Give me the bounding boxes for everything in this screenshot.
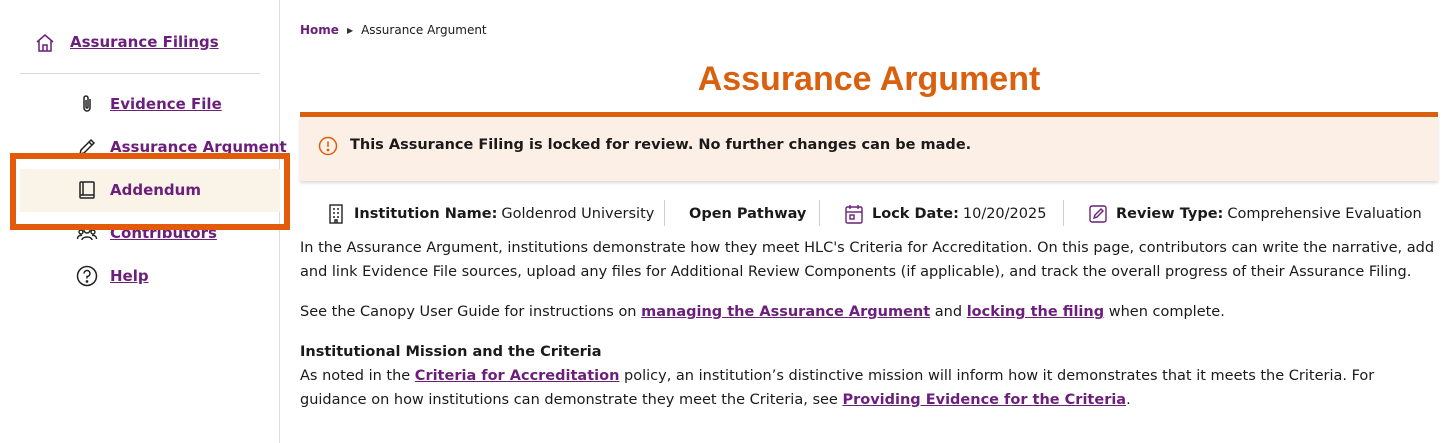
calendar-icon [845, 205, 863, 224]
lock-date-label: Lock Date: [872, 206, 959, 222]
mission-text: As noted in the [300, 368, 415, 384]
mission-paragraph: As noted in the Criteria for Accreditati… [300, 364, 1438, 412]
mission-heading: Institutional Mission and the Criteria [300, 344, 602, 360]
alert-text: This Assurance Filing is locked for revi… [350, 137, 972, 153]
meta-divider [1063, 200, 1064, 226]
guide-text: and [930, 304, 967, 320]
review-type-value: Comprehensive Evaluation [1227, 206, 1422, 222]
managing-argument-link[interactable]: managing the Assurance Argument [641, 304, 930, 320]
page-title: Assurance Argument [697, 60, 1041, 98]
lock-date-value: 10/20/2025 [962, 206, 1047, 222]
home-icon [36, 34, 54, 52]
edit-document-icon [1089, 205, 1107, 223]
addendum-highlight-box [10, 153, 290, 230]
locking-filing-link[interactable]: locking the filing [967, 304, 1104, 320]
institution-meta: Institution Name: Goldenrod University [326, 198, 654, 230]
sidebar-item-assurance-filings[interactable]: Assurance Filings [20, 22, 260, 74]
breadcrumb: Home ▶ Assurance Argument [300, 23, 487, 37]
pathway-meta: Open Pathway [689, 198, 810, 230]
meta-divider [819, 200, 820, 226]
pathway-label: Open Pathway [689, 206, 807, 222]
sidebar-item-label: Assurance Filings [70, 33, 219, 51]
main-content: Home ▶ Assurance Argument Assurance Argu… [300, 0, 1440, 443]
locked-alert: This Assurance Filing is locked for revi… [300, 117, 1438, 181]
lock-date-meta: Lock Date: 10/20/2025 [844, 198, 1046, 230]
sidebar-item-label: Evidence File [110, 95, 222, 113]
building-icon [329, 204, 343, 224]
guide-paragraph: See the Canopy User Guide for instructio… [300, 300, 1438, 324]
alert-circle-icon [318, 136, 338, 156]
mission-section: Institutional Mission and the Criteria A… [300, 340, 1438, 412]
mission-text: . [1126, 392, 1131, 408]
criteria-accreditation-link[interactable]: Criteria for Accreditation [415, 368, 620, 384]
intro-paragraph: In the Assurance Argument, institutions … [300, 240, 1435, 280]
breadcrumb-home-link[interactable]: Home [300, 23, 339, 37]
meta-divider [664, 200, 665, 226]
chevron-right-icon: ▶ [346, 25, 354, 35]
review-type-label: Review Type: [1116, 206, 1224, 222]
review-type-meta: Review Type: Comprehensive Evaluation [1088, 198, 1422, 230]
sidebar-item-evidence-file[interactable]: Evidence File [20, 83, 280, 126]
guide-text: See the Canopy User Guide for instructio… [300, 304, 642, 320]
breadcrumb-current: Assurance Argument [361, 23, 487, 37]
guide-text: when complete. [1104, 304, 1225, 320]
providing-evidence-link[interactable]: Providing Evidence for the Criteria [842, 392, 1126, 408]
sidebar-item-help[interactable]: Help [20, 255, 280, 298]
sidebar-item-label: Help [110, 267, 149, 285]
institution-label: Institution Name: [354, 206, 498, 222]
help-circle-icon [76, 265, 98, 287]
filing-meta: Institution Name: Goldenrod University O… [300, 198, 1438, 230]
institution-value: Goldenrod University [501, 206, 655, 222]
paperclip-icon [83, 95, 91, 112]
